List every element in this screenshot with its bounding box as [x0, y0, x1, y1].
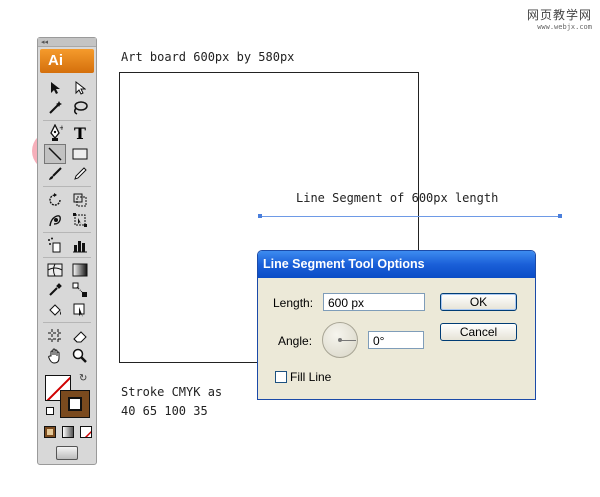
gradient-tool-icon[interactable]	[69, 260, 91, 280]
eraser-tool-icon[interactable]	[69, 326, 91, 346]
rotate-tool-icon[interactable]	[44, 190, 66, 210]
line-end-anchor[interactable]	[558, 214, 562, 218]
angle-dial[interactable]	[322, 322, 358, 358]
live-paint-bucket-tool-icon[interactable]	[44, 300, 66, 320]
zoom-tool-icon[interactable]	[69, 346, 91, 366]
eyedropper-tool-icon[interactable]	[44, 280, 66, 300]
line-segment-tool-options-dialog: Line Segment Tool Options Length: 600 px…	[257, 250, 536, 400]
svg-text:T: T	[74, 125, 86, 141]
direct-selection-tool-icon[interactable]	[69, 78, 91, 98]
dialog-title[interactable]: Line Segment Tool Options	[258, 251, 535, 278]
line-segment[interactable]	[260, 216, 560, 217]
selection-tool-icon[interactable]	[44, 78, 66, 98]
color-mode-icon[interactable]	[44, 426, 56, 438]
artboard-label: Art board 600px by 580px	[121, 50, 295, 64]
hand-tool-icon[interactable]	[44, 346, 66, 366]
toolbox-divider	[43, 257, 91, 258]
ok-button[interactable]: OK	[440, 293, 517, 311]
type-tool-icon[interactable]: T	[69, 123, 91, 143]
illustrator-logo: Ai	[40, 49, 94, 73]
angle-label: Angle:	[278, 334, 313, 348]
blend-tool-icon[interactable]	[69, 280, 91, 300]
watermark-url: www.webjx.com	[537, 23, 592, 31]
paintbrush-tool-icon[interactable]	[44, 164, 66, 184]
watermark: 网页教学网 www.webjx.com	[527, 6, 592, 31]
toolbox-divider	[43, 232, 91, 233]
panel-grip[interactable]: ◂◂	[38, 38, 96, 47]
swap-fill-stroke-icon[interactable]: ↻	[79, 373, 87, 384]
none-mode-icon[interactable]	[80, 426, 92, 438]
default-fill-stroke-icon[interactable]	[46, 407, 54, 415]
svg-text:+: +	[59, 124, 63, 132]
symbol-sprayer-tool-icon[interactable]	[44, 235, 66, 255]
watermark-site-name: 网页教学网	[526, 8, 592, 22]
fill-line-label[interactable]: Fill Line	[290, 370, 331, 384]
free-transform-tool-icon[interactable]	[69, 210, 91, 230]
angle-dial-needle	[340, 340, 356, 341]
fill-line-checkbox[interactable]	[275, 371, 287, 383]
live-paint-selection-tool-icon[interactable]	[69, 300, 91, 320]
column-graph-tool-icon[interactable]	[69, 235, 91, 255]
slice-tool-icon[interactable]	[44, 326, 66, 346]
line-segment-label: Line Segment of 600px length	[296, 191, 499, 205]
stroke-note: Stroke CMYK as 40 65 100 35	[121, 383, 222, 421]
warp-tool-icon[interactable]	[44, 210, 66, 230]
length-input[interactable]: 600 px	[323, 293, 425, 311]
stroke-note-line-1: Stroke CMYK as	[121, 385, 223, 399]
rectangle-tool-icon[interactable]	[69, 144, 91, 164]
lasso-tool-icon[interactable]	[69, 98, 91, 118]
toolbox-divider	[43, 120, 91, 121]
length-label: Length:	[273, 296, 314, 310]
scale-tool-icon[interactable]	[69, 190, 91, 210]
angle-dial-hub	[338, 338, 342, 342]
tools-panel: ◂◂ Ai + T ↻	[37, 37, 97, 465]
magic-wand-tool-icon[interactable]	[44, 98, 66, 118]
line-segment-tool-icon[interactable]	[44, 144, 66, 164]
mesh-tool-icon[interactable]	[44, 260, 66, 280]
screen-mode-button[interactable]	[56, 446, 78, 460]
stroke-swatch[interactable]	[60, 390, 90, 418]
angle-input[interactable]: 0°	[368, 331, 424, 349]
stroke-note-line-2: 40 65 100 35	[121, 404, 208, 418]
gradient-mode-icon[interactable]	[62, 426, 74, 438]
cancel-button[interactable]: Cancel	[440, 323, 517, 341]
toolbox-divider	[43, 186, 91, 187]
toolbox-divider	[43, 322, 91, 323]
line-start-anchor[interactable]	[258, 214, 262, 218]
pencil-tool-icon[interactable]	[69, 164, 91, 184]
pen-tool-icon[interactable]: +	[44, 123, 66, 143]
